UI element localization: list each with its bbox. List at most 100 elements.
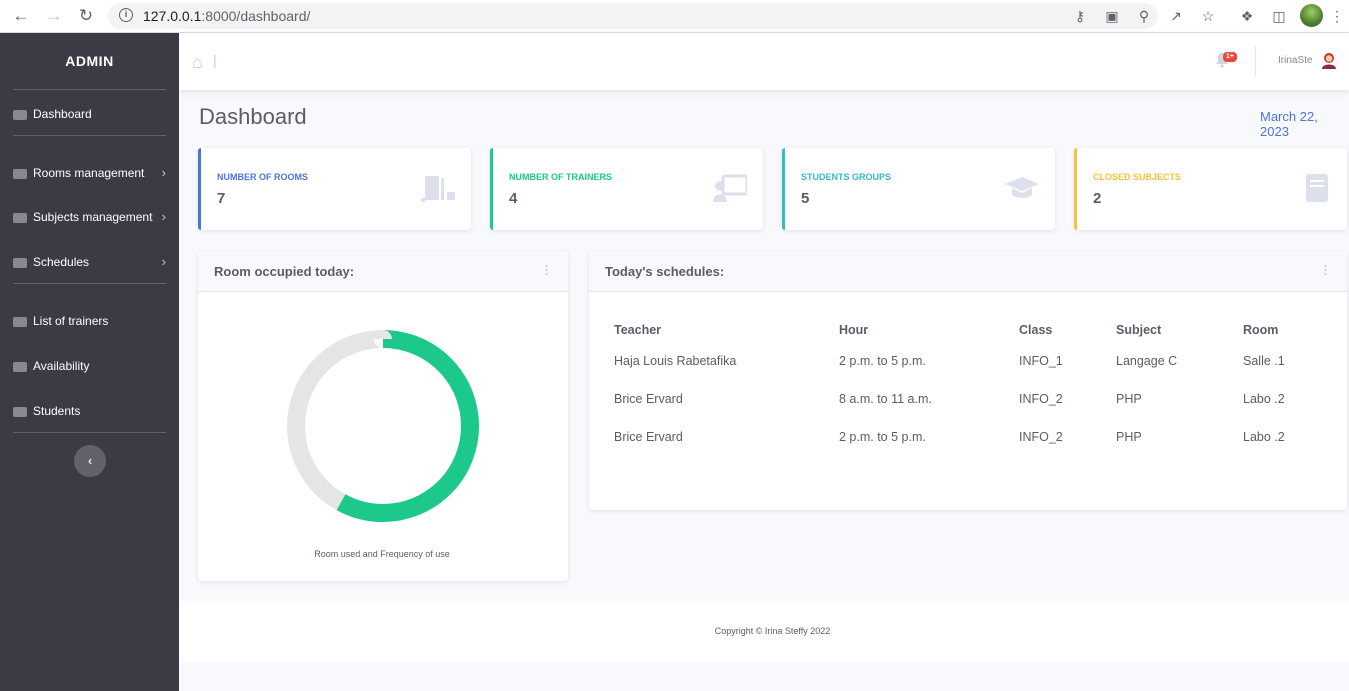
book-icon xyxy=(1306,174,1328,202)
sidebar-item-label: Availability xyxy=(33,359,90,373)
panel-title: Room occupied today: xyxy=(214,264,355,279)
key-icon[interactable]: ⚷ xyxy=(1070,6,1090,26)
site-info-icon[interactable]: i xyxy=(119,8,133,22)
notification-badge: 1+ xyxy=(1223,52,1237,62)
card-accent-bar xyxy=(782,148,785,230)
chalkboard-teacher-icon xyxy=(713,174,747,202)
more-options-icon[interactable] xyxy=(1324,264,1327,276)
footer: Copyright © Irina Steffy 2022 xyxy=(179,601,1349,662)
back-icon[interactable]: ← xyxy=(10,5,32,27)
url-text[interactable]: 127.0.0.1:8000/dashboard/ xyxy=(143,8,310,24)
stat-card-label: CLOSED SUBJECTS xyxy=(1093,172,1182,182)
todays-schedules-panel: Today's schedules: Teacher Hour Class Su… xyxy=(589,251,1347,510)
stat-card-trainers: NUMBER OF TRAINERS 4 xyxy=(490,148,763,230)
sidebar-divider xyxy=(13,283,166,284)
sidebar-divider xyxy=(13,135,166,136)
bookmark-star-icon[interactable]: ☆ xyxy=(1198,6,1218,26)
sidebar-toggle-button[interactable]: ‹ xyxy=(74,445,106,477)
table-cell-hour: 2 p.m. to 5 p.m. xyxy=(839,430,926,444)
column-header-class: Class xyxy=(1019,322,1053,337)
sidebar-item-list-of-trainers[interactable]: List of trainers xyxy=(13,310,166,332)
table-row: Haja Louis Rabetafika 2 p.m. to 5 p.m. I… xyxy=(614,342,1323,380)
table-cell-class: INFO_2 xyxy=(1019,430,1063,444)
chevron-right-icon: › xyxy=(161,209,166,224)
copyright-text: Copyright © Irina Steffy 2022 xyxy=(714,626,831,636)
stat-card-value: 4 xyxy=(509,190,518,207)
table-cell-subject: Langage C xyxy=(1116,354,1178,368)
sidebar-item-students[interactable]: Students xyxy=(13,400,166,422)
calendar-icon xyxy=(13,257,27,268)
panel-header: Today's schedules: xyxy=(589,251,1347,292)
sidebar-item-label: Students xyxy=(33,404,81,418)
card-accent-bar xyxy=(490,148,493,230)
breadcrumb-separator: | xyxy=(213,52,217,68)
sidebar-brand[interactable]: ADMIN xyxy=(0,53,179,69)
calendar-check-icon xyxy=(13,361,27,372)
card-accent-bar xyxy=(1074,148,1077,230)
page-title: Dashboard xyxy=(199,104,307,129)
reload-icon[interactable]: ↻ xyxy=(75,5,97,27)
graduation-cap-icon xyxy=(13,406,27,417)
stat-card-closed-subjects: CLOSED SUBJECTS 2 xyxy=(1074,148,1347,230)
browser-profile-avatar[interactable] xyxy=(1300,4,1323,27)
stat-card-label: NUMBER OF TRAINERS xyxy=(509,172,612,182)
sidebar-item-schedules[interactable]: Schedules › xyxy=(13,251,166,273)
chevron-right-icon: › xyxy=(161,165,166,180)
sidebar-item-rooms-management[interactable]: Rooms management › xyxy=(13,162,166,184)
table-cell-teacher: Brice Ervard xyxy=(614,430,683,444)
stat-card-label: STUDENTS GROUPS xyxy=(801,172,892,182)
table-cell-room: Salle .1 xyxy=(1243,354,1285,368)
table-cell-room: Labo .2 xyxy=(1243,392,1285,406)
share-icon[interactable]: ↗ xyxy=(1166,6,1186,26)
column-header-subject: Subject xyxy=(1116,322,1162,337)
more-options-icon[interactable] xyxy=(545,264,548,276)
sidebar-divider xyxy=(13,89,166,90)
sidebar-item-subjects-management[interactable]: Subjects management › xyxy=(13,206,166,228)
sidebar-item-label: Rooms management xyxy=(33,166,145,180)
sidebar-item-label: Dashboard xyxy=(33,107,92,121)
browser-menu-icon[interactable]: ⋮ xyxy=(1327,6,1347,26)
stat-card-label: NUMBER OF ROOMS xyxy=(217,172,308,182)
stat-card-value: 5 xyxy=(801,190,810,207)
column-header-teacher: Teacher xyxy=(614,322,662,337)
room-occupied-panel: Room occupied today: Room used and Frequ… xyxy=(198,251,568,581)
sidebar: ADMIN Dashboard Rooms management › Subje… xyxy=(0,33,179,691)
browser-toolbar: ← → ↻ i 127.0.0.1:8000/dashboard/ ⚷ ▣ ⚲ … xyxy=(0,0,1349,33)
avatar[interactable] xyxy=(1320,51,1338,69)
table-header-row: Teacher Hour Class Subject Room xyxy=(614,317,1323,342)
sidebar-item-availability[interactable]: Availability xyxy=(13,355,166,377)
schedules-table: Teacher Hour Class Subject Room Haja Lou… xyxy=(614,317,1323,456)
tachometer-icon xyxy=(13,109,27,120)
current-date: March 22, 2023 xyxy=(1260,109,1318,139)
stat-card-value: 2 xyxy=(1093,190,1102,207)
sidebar-item-label: Schedules xyxy=(33,255,90,269)
chart-caption: Room used and Frequency of use xyxy=(314,549,450,559)
chalkboard-teacher-icon xyxy=(13,316,27,327)
stat-card-rooms: NUMBER OF ROOMS 7 xyxy=(198,148,471,230)
home-icon[interactable]: ⌂ xyxy=(192,52,203,73)
column-header-room: Room xyxy=(1243,322,1279,337)
table-cell-hour: 2 p.m. to 5 p.m. xyxy=(839,354,926,368)
table-cell-subject: PHP xyxy=(1116,430,1142,444)
door-open-icon xyxy=(421,176,455,202)
panel-header: Room occupied today: xyxy=(198,251,568,292)
extensions-icon[interactable]: ❖ xyxy=(1237,6,1257,26)
table-cell-teacher: Brice Ervard xyxy=(614,392,683,406)
sidebar-item-label: Subjects management xyxy=(33,210,153,224)
sidebar-item-dashboard[interactable]: Dashboard xyxy=(13,103,166,125)
table-cell-teacher: Haja Louis Rabetafika xyxy=(614,354,737,368)
panel-title: Today's schedules: xyxy=(605,264,725,279)
door-icon xyxy=(13,168,27,179)
zoom-icon[interactable]: ⚲ xyxy=(1134,6,1154,26)
address-bar[interactable]: i 127.0.0.1:8000/dashboard/ xyxy=(108,3,1158,29)
stat-card-student-groups: STUDENTS GROUPS 5 xyxy=(782,148,1055,230)
room-usage-donut-chart xyxy=(287,330,479,522)
side-panel-icon[interactable]: ◫ xyxy=(1269,6,1289,26)
column-header-hour: Hour xyxy=(839,322,869,337)
chevron-right-icon: › xyxy=(161,254,166,269)
forward-icon[interactable]: → xyxy=(43,5,65,27)
stat-card-value: 7 xyxy=(217,190,226,207)
card-accent-bar xyxy=(198,148,201,230)
translate-icon[interactable]: ▣ xyxy=(1102,6,1122,26)
user-name[interactable]: IrinaSte xyxy=(1278,55,1312,66)
